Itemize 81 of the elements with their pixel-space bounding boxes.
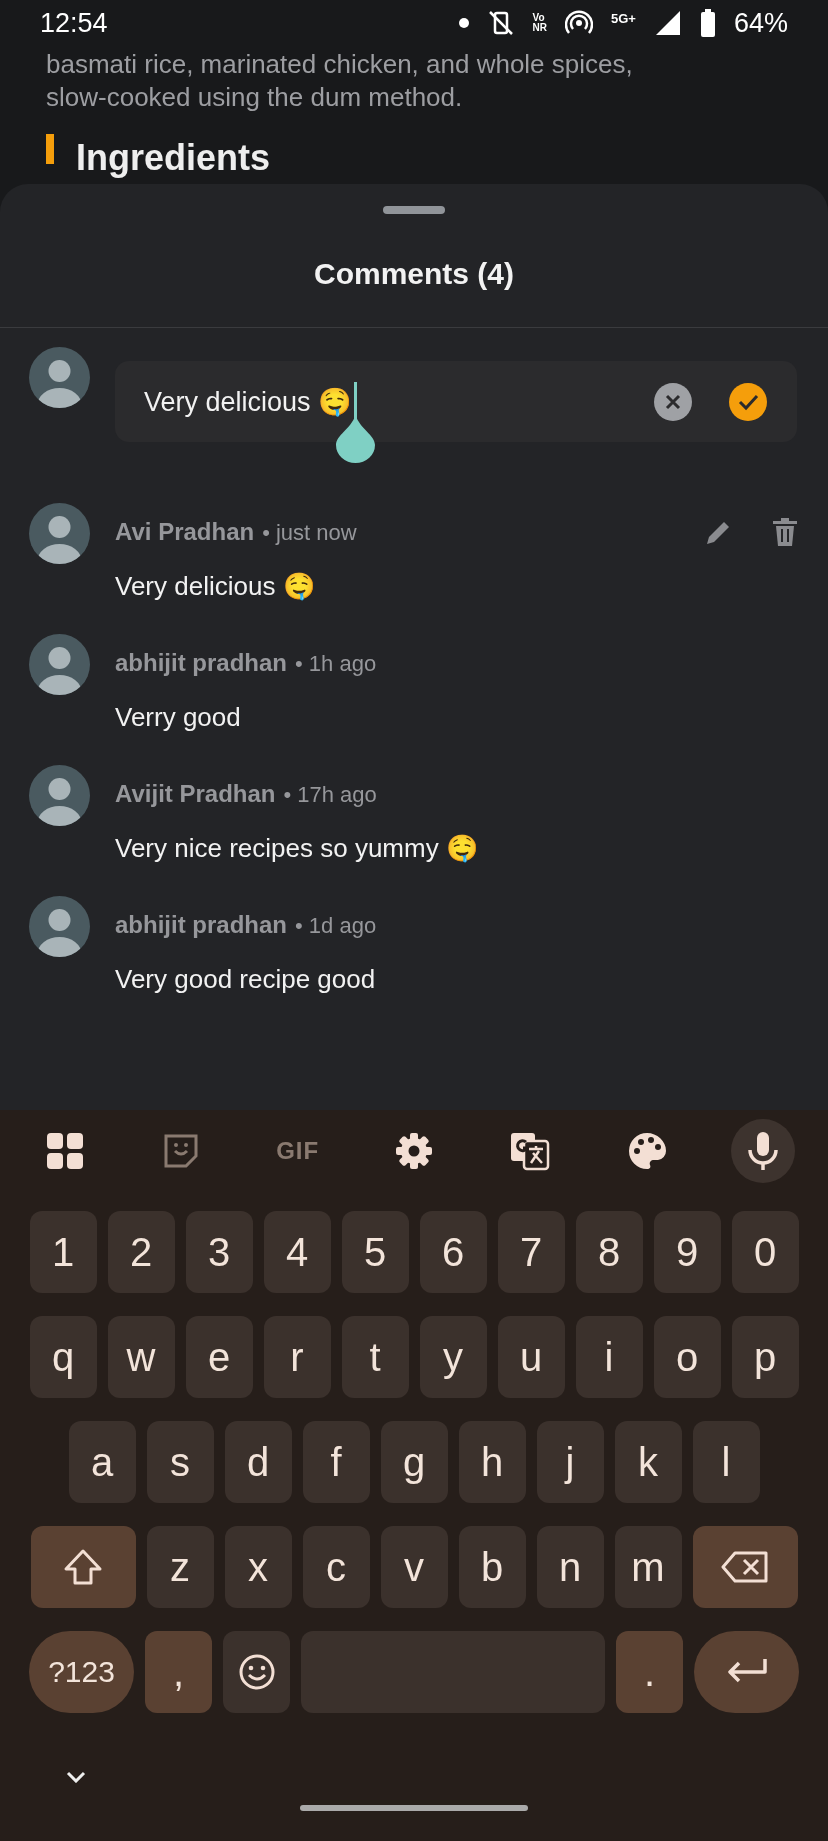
comment-author: Avi Pradhan — [115, 517, 255, 547]
keyboard-key[interactable]: s — [146, 1421, 214, 1503]
comment-text: Very good recipe good — [115, 963, 377, 996]
translate-icon[interactable] — [510, 1131, 551, 1171]
comment-time: • just now — [262, 519, 357, 547]
keyboard-key[interactable]: z — [146, 1526, 214, 1608]
keyboard-key[interactable]: o — [653, 1316, 721, 1398]
keyboard-key[interactable]: w — [107, 1316, 175, 1398]
keyboard-key[interactable]: n — [536, 1526, 604, 1608]
keyboard-key[interactable]: 5 — [341, 1211, 409, 1293]
keyboard-key[interactable]: i — [575, 1316, 643, 1398]
gif-button[interactable]: GIF — [276, 1137, 320, 1165]
section-heading: Ingredients — [76, 138, 271, 178]
keyboard-key[interactable]: t — [341, 1316, 409, 1398]
keyboard-key[interactable]: r — [263, 1316, 331, 1398]
submit-check-icon[interactable] — [729, 382, 767, 421]
keyboard-key[interactable]: x — [224, 1526, 292, 1608]
keyboard-key[interactable]: g — [380, 1421, 448, 1503]
keyboard-key[interactable]: q — [29, 1316, 97, 1398]
sheet-title: Comments (4) — [314, 256, 514, 292]
keyboard-key[interactable]: 0 — [731, 1211, 799, 1293]
status-time: 12:54 — [40, 7, 109, 39]
keyboard-key[interactable]: 9 — [653, 1211, 721, 1293]
comment-time: • 17h ago — [283, 781, 377, 809]
battery-level: 64% — [733, 7, 788, 39]
keyboard-key[interactable]: 4 — [263, 1211, 331, 1293]
battery-icon — [699, 9, 716, 37]
keyboard-key[interactable]: d — [224, 1421, 292, 1503]
symbols-key[interactable]: ?123 — [29, 1631, 134, 1713]
clear-icon[interactable] — [654, 382, 692, 421]
keyboard-key[interactable]: m — [614, 1526, 682, 1608]
keyboard-key[interactable]: y — [419, 1316, 487, 1398]
notification-dot-icon — [458, 18, 469, 28]
emoji-icon — [237, 1653, 276, 1691]
keyboard-key[interactable]: h — [458, 1421, 526, 1503]
comment-author: abhijit pradhan — [115, 648, 287, 678]
keyboard-key[interactable]: u — [497, 1316, 565, 1398]
sticker-icon[interactable] — [163, 1133, 200, 1169]
keyboard-key[interactable]: 8 — [575, 1211, 643, 1293]
heading-accent — [46, 134, 54, 164]
keyboard-key[interactable]: p — [731, 1316, 799, 1398]
backspace-key[interactable] — [692, 1526, 798, 1608]
keyboard-key[interactable]: f — [302, 1421, 370, 1503]
keyboard-key[interactable]: 3 — [185, 1211, 253, 1293]
microphone-icon — [745, 1131, 780, 1171]
comment-time: • 1d ago — [295, 912, 377, 940]
recipe-description: basmati rice, marinated chicken, and whole spices, slow-cooked using the dum method. — [46, 48, 634, 114]
network-type: 5G+ — [611, 10, 636, 26]
comment-author: Avijit Pradhan — [115, 779, 276, 809]
backspace-icon — [721, 1550, 769, 1584]
keyboard-key[interactable]: l — [692, 1421, 760, 1503]
shift-icon — [63, 1548, 103, 1586]
keyboard-key[interactable]: . — [616, 1631, 683, 1713]
shift-key[interactable] — [30, 1526, 136, 1608]
comment-text: Verry good — [115, 701, 242, 734]
emoji-key[interactable] — [223, 1631, 290, 1713]
keyboard-key[interactable]: 1 — [29, 1211, 97, 1293]
keyboard-key[interactable]: a — [68, 1421, 136, 1503]
vibrate-off-icon — [486, 9, 515, 37]
keyboard-key[interactable]: 6 — [419, 1211, 487, 1293]
keyboard-key[interactable]: c — [302, 1526, 370, 1608]
drag-handle[interactable] — [383, 206, 445, 214]
keyboard-key[interactable]: j — [536, 1421, 604, 1503]
keyboard-key[interactable]: , — [145, 1631, 212, 1713]
network-label: Vo NR — [532, 13, 547, 33]
keyboard-key[interactable]: 7 — [497, 1211, 565, 1293]
collapse-keyboard-icon[interactable] — [66, 1771, 86, 1783]
comment-text: Very delicious 🤤 — [115, 570, 316, 603]
comment-input-field[interactable]: Very delicious 🤤 — [115, 361, 797, 442]
keyboard-key[interactable]: k — [614, 1421, 682, 1503]
keyboard-key[interactable]: b — [458, 1526, 526, 1608]
delete-icon[interactable] — [773, 518, 797, 546]
keyboard-key[interactable]: e — [185, 1316, 253, 1398]
keyboard-key[interactable]: 2 — [107, 1211, 175, 1293]
comment-text: Very nice recipes so yummy 🤤 — [115, 832, 479, 865]
settings-icon[interactable] — [395, 1132, 433, 1170]
comment-author: abhijit pradhan — [115, 910, 287, 940]
comment-time: • 1h ago — [295, 650, 377, 678]
palette-icon[interactable] — [626, 1131, 667, 1171]
keyboard-key[interactable]: v — [380, 1526, 448, 1608]
apps-grid-icon[interactable] — [47, 1133, 84, 1169]
